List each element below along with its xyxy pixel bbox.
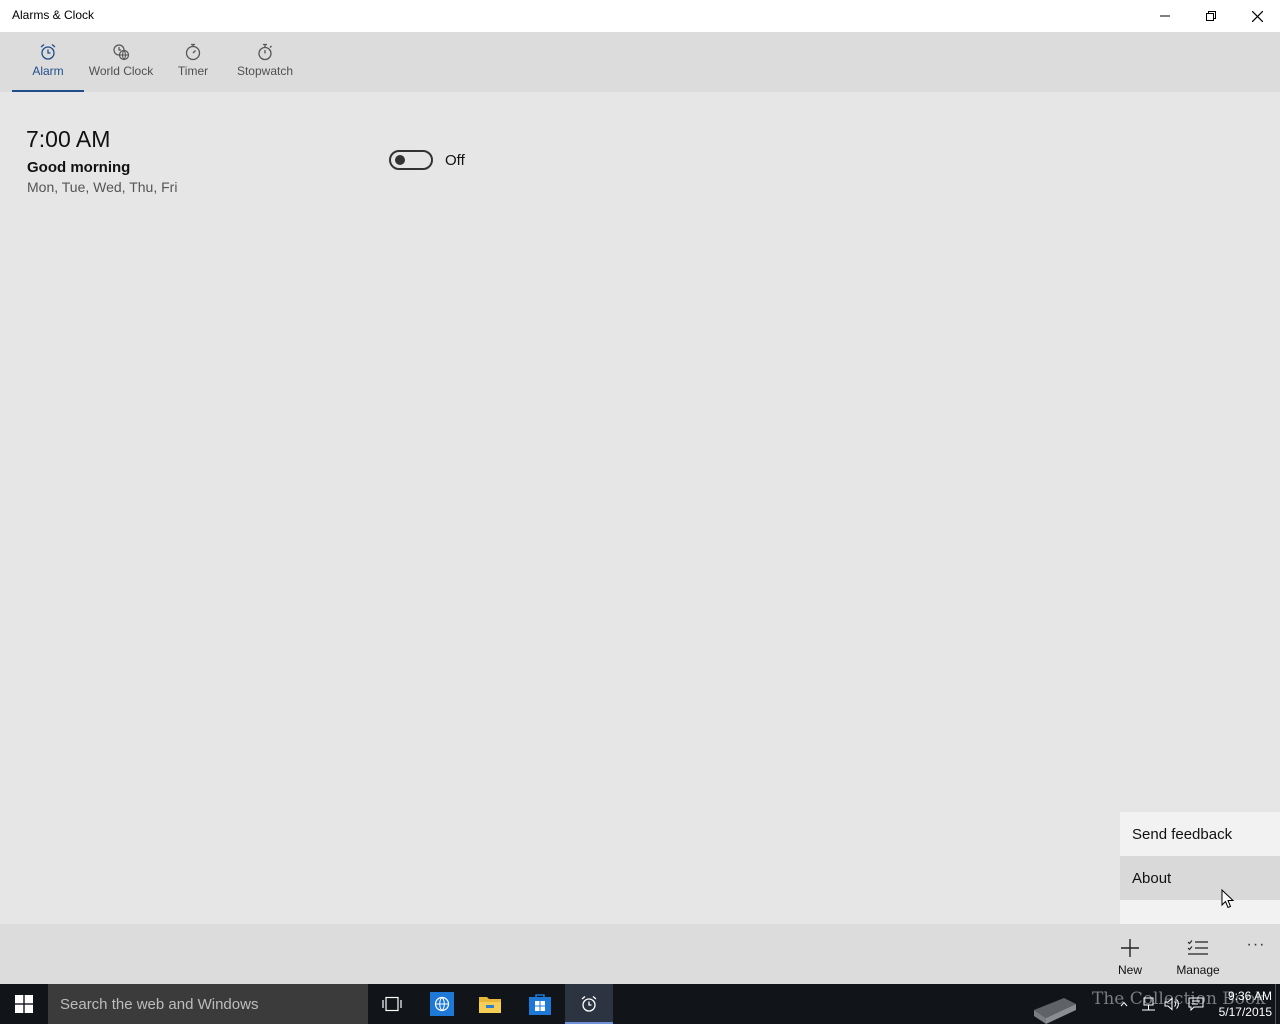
store-button[interactable]	[516, 984, 564, 1024]
speaker-icon	[1164, 997, 1179, 1011]
new-label: New	[1117, 963, 1142, 977]
checklist-icon	[1187, 937, 1209, 959]
window-title: Alarms & Clock	[12, 8, 95, 22]
browser-icon	[430, 992, 454, 1016]
title-bar: Alarms & Clock	[0, 0, 1280, 32]
file-explorer-icon	[479, 997, 501, 1013]
manage-button[interactable]: Manage	[1172, 924, 1224, 984]
tab-bar: Alarm World Clock Timer Stopwatch	[0, 32, 1280, 92]
tab-label: Timer	[177, 64, 209, 78]
tab-stopwatch[interactable]: Stopwatch	[230, 32, 300, 92]
stopwatch-icon	[256, 43, 274, 61]
tab-label: Stopwatch	[236, 64, 294, 78]
alarm-clock-icon	[39, 43, 57, 61]
book-logo-icon	[1034, 998, 1076, 1024]
mouse-cursor-icon	[1221, 889, 1235, 909]
plus-icon	[1120, 937, 1140, 959]
browser-button[interactable]	[418, 984, 466, 1024]
taskbar: Search the web and Windows The Collectio…	[0, 984, 1280, 1024]
toggle-knob	[395, 155, 405, 165]
alarm-toggle[interactable]	[389, 150, 433, 170]
file-explorer-button[interactable]	[466, 984, 514, 1024]
taskbar-search-box[interactable]: Search the web and Windows	[48, 984, 368, 1024]
system-tray	[1112, 984, 1212, 1024]
show-desktop-button[interactable]	[1275, 984, 1280, 1024]
restore-icon	[1206, 11, 1216, 21]
task-view-icon	[382, 996, 402, 1012]
alarms-app-icon	[581, 996, 597, 1012]
volume-button[interactable]	[1160, 997, 1184, 1011]
store-icon	[529, 994, 551, 1015]
tab-timer[interactable]: Timer	[168, 32, 218, 92]
restore-button[interactable]	[1188, 0, 1234, 32]
menu-item-about[interactable]: About	[1120, 856, 1280, 900]
alarm-toggle-state: Off	[445, 152, 465, 169]
taskbar-clock[interactable]: 9:36 AM 5/17/2015	[1206, 988, 1272, 1020]
timer-icon	[184, 43, 202, 61]
clock-time: 9:36 AM	[1227, 989, 1272, 1003]
alarm-days: Mon, Tue, Wed, Thu, Fri	[27, 179, 178, 195]
clock-date: 5/17/2015	[1218, 1005, 1272, 1019]
notification-icon	[1188, 997, 1204, 1011]
action-center-button[interactable]	[1184, 997, 1208, 1011]
menu-item-send-feedback[interactable]: Send feedback	[1120, 812, 1280, 856]
tab-label: World Clock	[88, 64, 154, 78]
globe-clock-icon	[112, 43, 130, 61]
minimize-button[interactable]	[1142, 0, 1188, 32]
windows-logo-icon	[15, 995, 33, 1013]
show-hidden-icons-button[interactable]	[1112, 1001, 1136, 1007]
alarms-app-button[interactable]	[565, 984, 613, 1024]
task-view-button[interactable]	[368, 984, 416, 1024]
close-button[interactable]	[1234, 0, 1280, 32]
network-button[interactable]	[1136, 997, 1160, 1011]
alarm-name: Good morning	[27, 159, 131, 176]
tab-label: Alarm	[32, 64, 64, 78]
command-bar: New Manage	[0, 924, 1280, 984]
alarm-time: 7:00 AM	[26, 126, 111, 152]
manage-label: Manage	[1176, 963, 1220, 977]
tab-world-clock[interactable]: World Clock	[84, 32, 158, 92]
chevron-up-icon	[1120, 1001, 1128, 1007]
network-icon	[1142, 997, 1155, 1011]
overflow-menu: Send feedback About	[1120, 812, 1280, 924]
new-alarm-button[interactable]: New	[1110, 924, 1150, 984]
minimize-icon	[1160, 15, 1170, 17]
start-button[interactable]	[0, 984, 48, 1024]
search-placeholder: Search the web and Windows	[60, 995, 259, 1013]
tab-alarm[interactable]: Alarm	[12, 32, 84, 92]
more-options-icon[interactable]: ···	[1240, 936, 1272, 962]
close-icon	[1251, 10, 1263, 22]
